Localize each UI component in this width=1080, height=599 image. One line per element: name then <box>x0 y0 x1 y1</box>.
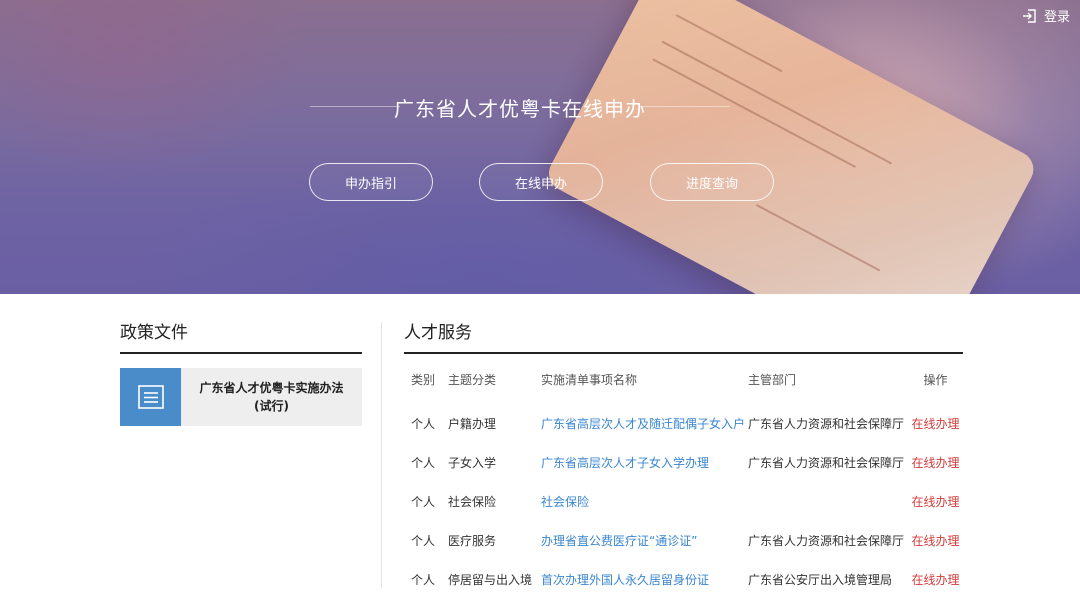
cell-category: 个人 <box>411 573 436 587</box>
table-row: 个人 子女入学 广东省高层次人才子女入学办理 广东省人力资源和社会保障厅 在线办… <box>404 443 963 482</box>
cell-dept: 广东省公安厅出入境管理局 <box>748 573 893 587</box>
cell-dept: 广东省人力资源和社会保障厅 <box>748 534 905 548</box>
sign-in-icon <box>1022 8 1036 23</box>
table-row: 个人 户籍办理 广东省高层次人才及随迁配偶子女入户 广东省人力资源和社会保障厅 … <box>404 404 963 443</box>
table-row: 个人 停居留与出入境 首次办理外国人永久居留身份证 广东省公安厅出入境管理局 在… <box>404 560 963 599</box>
cell-category: 个人 <box>411 456 436 470</box>
login-button[interactable]: 登录 <box>1022 6 1070 25</box>
section-divider <box>381 322 382 588</box>
apply-online-button[interactable]: 在线申办 <box>479 163 603 201</box>
policy-document-line1: 广东省人才优粤卡实施办法 <box>199 381 344 395</box>
service-item-link[interactable]: 广东省高层次人才及随迁配偶子女入户 <box>541 417 745 431</box>
services-section-title: 人才服务 <box>404 318 963 354</box>
column-header-item: 实施清单事项名称 <box>541 372 638 387</box>
cell-category: 个人 <box>411 495 436 509</box>
service-item-link[interactable]: 办理省直公费医疗证“通诊证” <box>541 534 697 548</box>
policy-section-title: 政策文件 <box>120 318 362 354</box>
cell-topic: 子女入学 <box>448 456 497 470</box>
login-label: 登录 <box>1043 10 1070 25</box>
cell-dept: 广东省人力资源和社会保障厅 <box>748 417 905 431</box>
column-header-action: 操作 <box>923 372 948 387</box>
online-handle-link[interactable]: 在线办理 <box>911 417 959 431</box>
hero-banner: 登录 广东省人才优粤卡在线申办 申办指引 在线申办 进度查询 <box>0 0 1080 294</box>
policy-document-item[interactable]: 广东省人才优粤卡实施办法 (试行) <box>120 368 362 426</box>
document-list-icon <box>120 368 181 426</box>
column-header-topic: 主题分类 <box>448 372 497 387</box>
policy-section: 政策文件 广东省人才优粤卡实施办法 (试行) <box>120 318 362 426</box>
title-divider-right <box>640 106 730 107</box>
online-handle-link[interactable]: 在线办理 <box>911 495 959 509</box>
cell-topic: 停居留与出入境 <box>448 573 533 587</box>
hero-title-area: 广东省人才优粤卡在线申办 <box>310 92 730 122</box>
services-table: 类别 主题分类 实施清单事项名称 主管部门 操作 个人 户籍办理 广东省高层次人… <box>404 354 963 599</box>
talent-services-section: 人才服务 类别 主题分类 实施清单事项名称 主管部门 操作 个人 户籍办理 广东… <box>404 318 963 599</box>
table-header: 类别 主题分类 实施清单事项名称 主管部门 操作 <box>404 354 963 404</box>
hero-title: 广东省人才优粤卡在线申办 <box>394 96 646 121</box>
service-item-link[interactable]: 广东省高层次人才子女入学办理 <box>541 456 709 470</box>
policy-document-line2: (试行) <box>254 399 289 413</box>
policy-document-title: 广东省人才优粤卡实施办法 (试行) <box>181 368 362 426</box>
column-header-category: 类别 <box>411 372 436 387</box>
title-divider-left <box>310 106 400 107</box>
cell-topic: 户籍办理 <box>448 417 497 431</box>
table-row: 个人 医疗服务 办理省直公费医疗证“通诊证” 广东省人力资源和社会保障厅 在线办… <box>404 521 963 560</box>
column-header-dept: 主管部门 <box>748 372 797 387</box>
service-item-link[interactable]: 首次办理外国人永久居留身份证 <box>541 573 709 587</box>
cell-topic: 社会保险 <box>448 495 497 509</box>
cell-category: 个人 <box>411 534 436 548</box>
online-handle-link[interactable]: 在线办理 <box>911 456 959 470</box>
progress-query-button[interactable]: 进度查询 <box>650 163 774 201</box>
cell-dept: 广东省人力资源和社会保障厅 <box>748 456 905 470</box>
online-handle-link[interactable]: 在线办理 <box>911 534 959 548</box>
service-item-link[interactable]: 社会保险 <box>541 495 589 509</box>
cell-topic: 医疗服务 <box>448 534 497 548</box>
guide-button[interactable]: 申办指引 <box>309 163 433 201</box>
cell-category: 个人 <box>411 417 436 431</box>
online-handle-link[interactable]: 在线办理 <box>911 573 959 587</box>
table-row: 个人 社会保险 社会保险 在线办理 <box>404 482 963 521</box>
